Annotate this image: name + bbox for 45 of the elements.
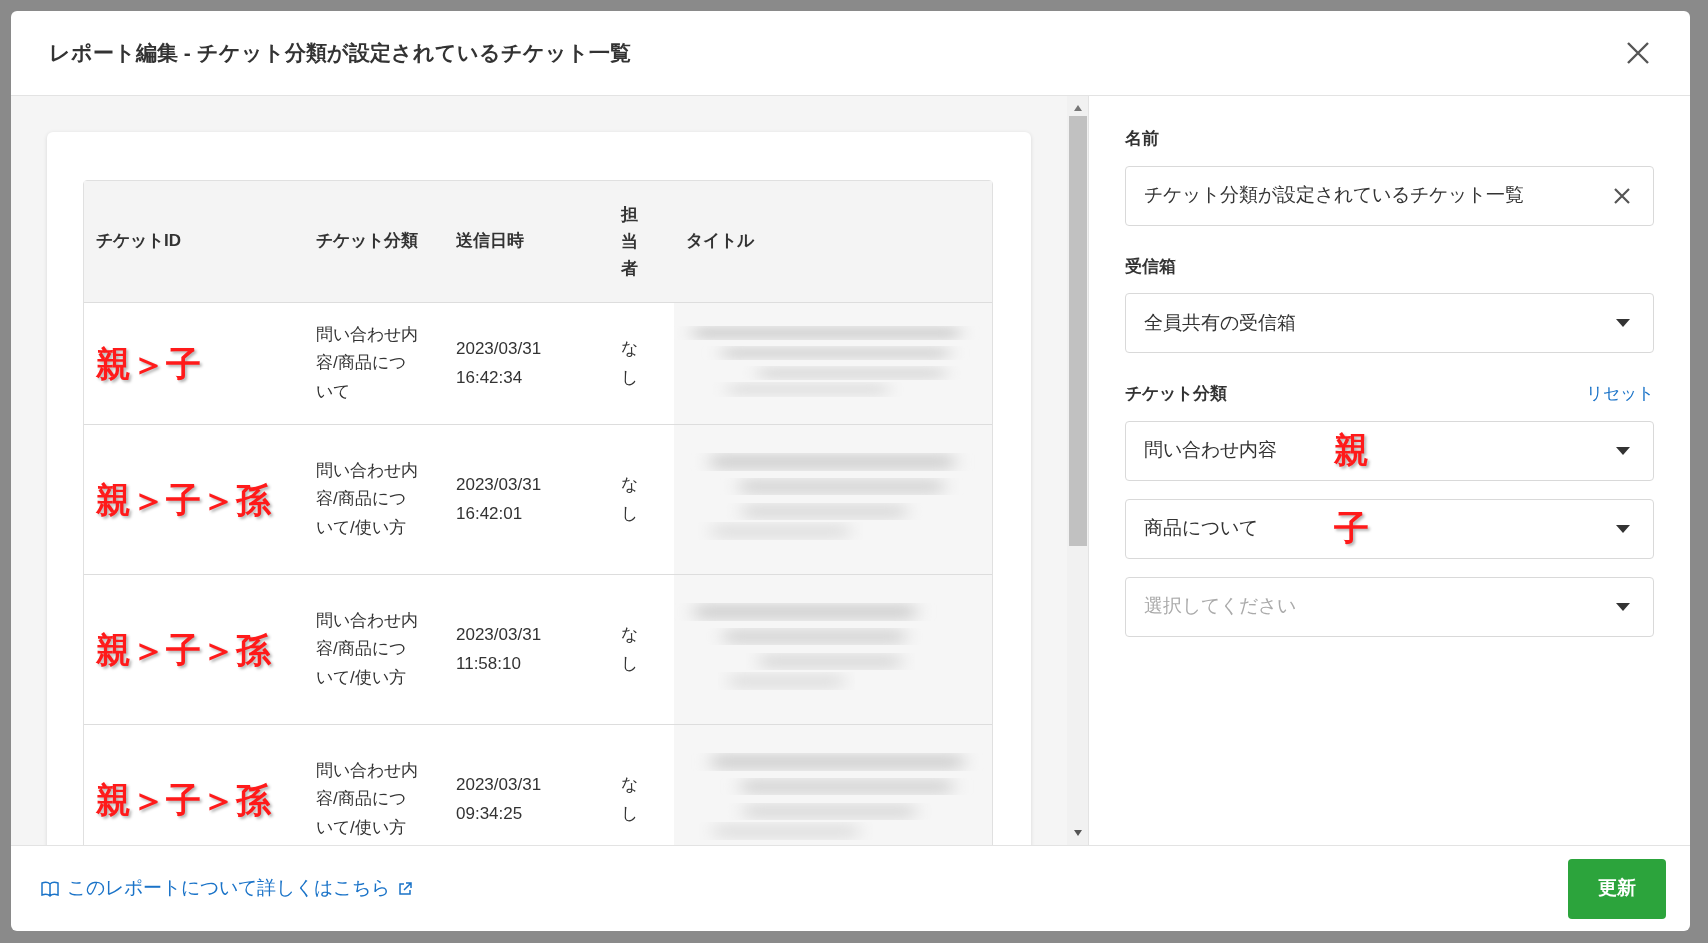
table-cell-text: 問い合わせ内容/商品について/使い方: [315, 460, 419, 539]
table-cell-text: 2023/03/31 16:42:01: [455, 474, 543, 525]
column-header: チケットID: [95, 230, 182, 253]
caret-icon: [1615, 601, 1631, 612]
annotation-text: 親＞子＞孫: [96, 779, 271, 819]
table-cell-text: 2023/03/31 09:34:25: [455, 774, 543, 825]
field-label: 受信箱: [1125, 255, 1177, 278]
column-header: 送信日時: [455, 230, 525, 253]
annotation-text: 親＞子＞孫: [96, 629, 271, 669]
help-link[interactable]: このレポートについて詳しくはこちら: [41, 874, 412, 903]
external-link-icon: [398, 881, 412, 896]
column-header: タイトル: [685, 230, 756, 253]
annotation-text: 親＞子＞孫: [96, 479, 271, 519]
reset-link[interactable]: リセット: [1586, 381, 1654, 407]
table-cell-text: 問い合わせ内容/商品について/使い方: [315, 610, 419, 689]
table-cell-text: なし: [620, 774, 639, 825]
table-cell-text: なし: [620, 338, 639, 389]
book-icon: [41, 880, 59, 897]
annotation-text: 親: [1334, 430, 1369, 470]
table-cell-text: 問い合わせ内容/商品について/使い方: [315, 760, 419, 839]
inbox-dropdown[interactable]: 全員共有の受信箱: [1125, 293, 1654, 353]
field-label: 名前: [1125, 128, 1160, 150]
caret-icon: [1615, 523, 1631, 534]
caret-icon: [1615, 318, 1631, 328]
column-header: チケット分類: [315, 230, 419, 253]
column-header: 担当者: [619, 203, 639, 281]
scroll-up-icon[interactable]: [1072, 104, 1083, 112]
table-cell-text: なし: [620, 624, 639, 675]
field-label: チケット分類: [1125, 383, 1227, 405]
table-cell-text: 2023/03/31 16:42:34: [455, 338, 543, 389]
table-cell-text: なし: [620, 474, 639, 525]
dialog-title: レポート編集 - チケット分類が設定されているチケット一覧: [49, 40, 631, 66]
scrollbar[interactable]: [1067, 96, 1089, 845]
scrollbar-thumb[interactable]: [1068, 116, 1087, 546]
name-field[interactable]: チケット分類が設定されているチケット一覧: [1125, 165, 1654, 226]
close-icon: [1626, 41, 1650, 65]
category-dropdown[interactable]: 商品について 子: [1125, 498, 1654, 559]
annotation-text: 子: [1334, 508, 1369, 548]
scroll-down-icon[interactable]: [1072, 829, 1083, 837]
table-cell-text: 2023/03/31 11:58:10: [455, 624, 543, 675]
table-cell-text: 問い合わせ内容/商品について: [315, 324, 419, 403]
caret-icon: [1615, 445, 1631, 456]
clear-icon[interactable]: [1613, 186, 1631, 205]
category-dropdown[interactable]: 問い合わせ内容 親: [1125, 420, 1654, 481]
annotation-text: 親＞子: [96, 343, 201, 383]
